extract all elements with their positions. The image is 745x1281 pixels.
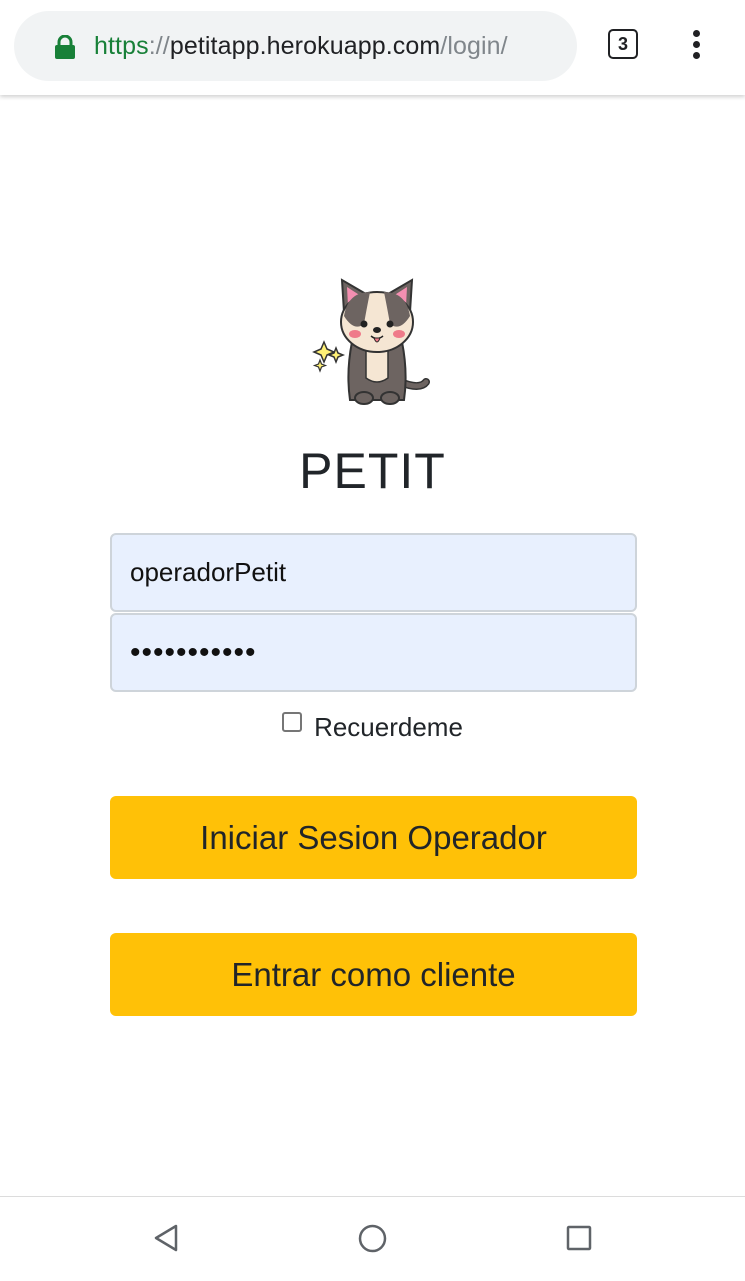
client-login-button[interactable]: Entrar como cliente	[110, 933, 637, 1016]
more-vert-icon[interactable]	[688, 30, 704, 62]
recents-square-icon[interactable]	[566, 1225, 592, 1251]
app-title: PETIT	[299, 443, 446, 499]
address-bar[interactable]: https://petitapp.herokuapp.com/login/	[14, 11, 577, 81]
url-host: petitapp.herokuapp.com	[169, 32, 441, 60]
url-scheme: https	[94, 32, 149, 60]
browser-toolbar: https://petitapp.herokuapp.com/login/ 3	[0, 0, 745, 95]
android-nav-bar	[0, 1196, 745, 1281]
dog-mascot-icon	[312, 278, 430, 405]
remember-me-label[interactable]: Recuerdeme	[314, 712, 463, 743]
password-input[interactable]: •••••••••••	[110, 613, 637, 692]
home-circle-icon[interactable]	[358, 1224, 387, 1253]
operator-login-button[interactable]: Iniciar Sesion Operador	[110, 796, 637, 879]
back-triangle-icon[interactable]	[152, 1223, 182, 1253]
lock-icon	[55, 35, 75, 59]
url-text[interactable]: https://petitapp.herokuapp.com/login/	[94, 11, 508, 81]
tab-switcher-button[interactable]: 3	[608, 29, 638, 59]
url-path: /login/	[440, 32, 508, 60]
url-separator: ://	[148, 32, 170, 60]
username-input[interactable]: operadorPetit	[110, 533, 637, 612]
remember-me-row: Recuerdeme	[0, 711, 745, 743]
remember-me-checkbox[interactable]	[282, 711, 303, 732]
